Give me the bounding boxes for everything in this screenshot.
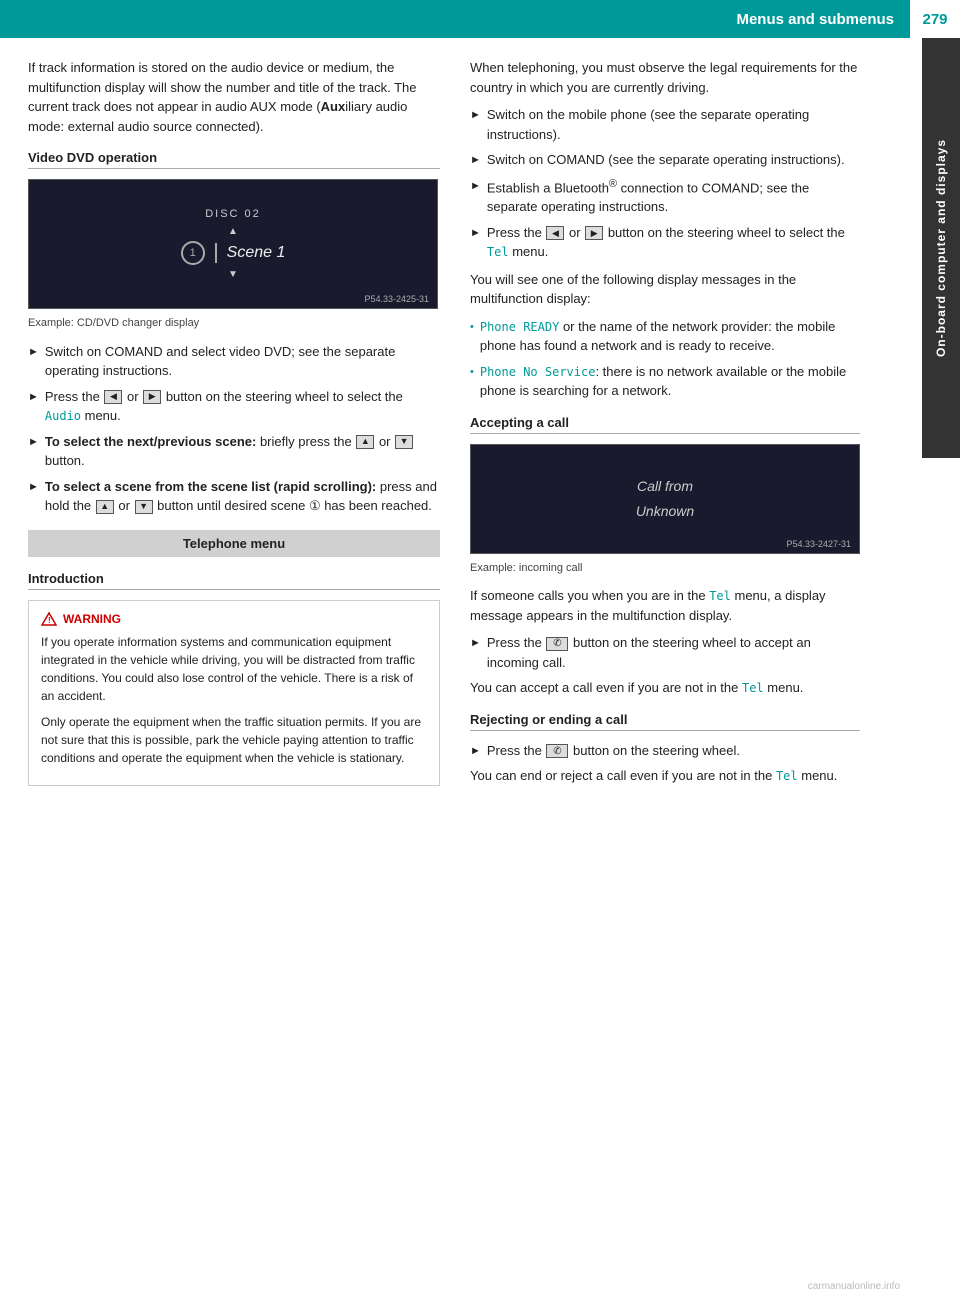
bullet-arrow-icon: ► — [470, 635, 481, 652]
warning-para-1: If you operate information systems and c… — [41, 633, 427, 705]
right-column: When telephoning, you must observe the l… — [460, 58, 880, 816]
accepting-para-1: If someone calls you when you are in the… — [470, 586, 860, 625]
dot-bullet-1: • Phone READY or the name of the network… — [470, 317, 860, 356]
bullet-arrow-icon: ► — [470, 743, 481, 760]
dvd-bullet-4: ► To select a scene from the scene list … — [28, 477, 440, 516]
svg-text:!: ! — [48, 616, 51, 625]
dvd-display-image: DISC 02 ▲ 1 Scene 1 ▼ P54.33-2425-31 — [28, 179, 438, 309]
tel-term-3: Tel — [776, 769, 798, 783]
dvd-bullet-3-text: To select the next/previous scene: brief… — [45, 432, 440, 471]
display-messages-intro: You will see one of the following displa… — [470, 270, 860, 309]
bullet-arrow-icon: ► — [470, 225, 481, 242]
dvd-bullet-3: ► To select the next/previous scene: bri… — [28, 432, 440, 471]
warning-title: ! WARNING — [41, 611, 427, 627]
intro-paragraph: If track information is stored on the au… — [28, 58, 440, 136]
dvd-bullet-1-text: Switch on COMAND and select video DVD; s… — [45, 342, 440, 381]
rejecting-call-heading: Rejecting or ending a call — [470, 712, 860, 731]
left-column: If track information is stored on the au… — [0, 58, 460, 816]
tel-term-1: Tel — [709, 589, 731, 603]
up-hold-button-icon: ▲ — [96, 500, 114, 514]
call-display-text: Call from Unknown — [636, 474, 694, 524]
main-content: If track information is stored on the au… — [0, 38, 910, 816]
dot-bullet-1-text: Phone READY or the name of the network p… — [480, 317, 860, 356]
call-ref-code: P54.33-2427-31 — [786, 539, 851, 549]
down-button-icon: ▼ — [395, 435, 413, 449]
reject-call-bullet: ► Press the ✆ button on the steering whe… — [470, 741, 860, 761]
back-btn-icon: ◀ — [546, 226, 564, 240]
dvd-disc-label: DISC 02 — [205, 208, 261, 220]
dvd-down-arrow-icon: ▼ — [228, 269, 238, 280]
call-display-image: Call from Unknown P54.33-2427-31 — [470, 444, 860, 554]
header-title: Menus and submenus — [0, 11, 910, 28]
right-bullet-3-text: Establish a Bluetooth® connection to COM… — [487, 176, 860, 217]
warning-box: ! WARNING If you operate information sys… — [28, 600, 440, 786]
dot-icon: • — [470, 364, 474, 381]
introduction-heading: Introduction — [28, 571, 440, 590]
accept-call-bullet-text: Press the ✆ button on the steering wheel… — [487, 633, 860, 672]
tel-menu-term: Tel — [487, 245, 509, 259]
back-button-icon: ◀ — [104, 390, 122, 404]
dvd-caption: Example: CD/DVD changer display — [28, 315, 440, 332]
dvd-bullet-4-text: To select a scene from the scene list (r… — [45, 477, 440, 516]
dvd-bullet-2-text: Press the ◀ or ▶ button on the steering … — [45, 387, 440, 426]
bullet-arrow-icon: ► — [28, 389, 39, 406]
bullet-arrow-icon: ► — [28, 434, 39, 451]
accepting-call-heading: Accepting a call — [470, 415, 860, 434]
down-hold-button-icon: ▼ — [135, 500, 153, 514]
right-bullet-4-text: Press the ◀ or ▶ button on the steering … — [487, 223, 860, 262]
dot-icon: • — [470, 319, 474, 336]
dvd-up-arrow-icon: ▲ — [228, 226, 238, 237]
right-bullet-2-text: Switch on COMAND (see the separate opera… — [487, 150, 845, 170]
watermark: carmanualonline.info — [808, 1281, 900, 1292]
rejecting-para: You can end or reject a call even if you… — [470, 766, 860, 786]
page-number: 279 — [910, 0, 960, 38]
phone-ready-term: Phone READY — [480, 320, 559, 334]
phone-no-service-term: Phone No Service — [480, 365, 596, 379]
dot-bullet-2: • Phone No Service: there is no network … — [470, 362, 860, 401]
accept-call-bullet: ► Press the ✆ button on the steering whe… — [470, 633, 860, 672]
accepting-para-2: You can accept a call even if you are no… — [470, 678, 860, 698]
dvd-scene-label: Scene 1 — [227, 244, 286, 262]
up-button-icon: ▲ — [356, 435, 374, 449]
reject-call-button-icon: ✆ — [546, 744, 568, 758]
right-bullet-1: ► Switch on the mobile phone (see the se… — [470, 105, 860, 144]
call-caption: Example: incoming call — [470, 560, 860, 577]
dvd-ref-code: P54.33-2425-31 — [364, 294, 429, 304]
dvd-bullet-2: ► Press the ◀ or ▶ button on the steerin… — [28, 387, 440, 426]
bullet-arrow-icon: ► — [28, 344, 39, 361]
dot-bullet-2-text: Phone No Service: there is no network av… — [480, 362, 860, 401]
sidebar-tab: On-board computer and displays — [922, 38, 960, 458]
tel-term-2: Tel — [742, 681, 764, 695]
telephone-menu-label: Telephone menu — [183, 536, 285, 551]
right-bullet-3: ► Establish a Bluetooth® connection to C… — [470, 176, 860, 217]
call-from-label: Call from — [636, 474, 694, 499]
right-bullet-1-text: Switch on the mobile phone (see the sepa… — [487, 105, 860, 144]
sidebar-label: On-board computer and displays — [934, 139, 948, 357]
accept-call-button-icon: ✆ — [546, 637, 568, 651]
bullet-arrow-icon: ► — [470, 152, 481, 169]
dvd-scene-number: 1 — [181, 241, 205, 265]
right-intro: When telephoning, you must observe the l… — [470, 58, 860, 97]
audio-menu-term: Audio — [45, 409, 81, 423]
call-unknown-label: Unknown — [636, 499, 694, 524]
bullet-arrow-icon: ► — [28, 479, 39, 496]
warning-triangle-icon: ! — [41, 611, 57, 627]
reject-call-bullet-text: Press the ✆ button on the steering wheel… — [487, 741, 740, 761]
aux-bold: Aux — [321, 99, 346, 114]
right-bullet-2: ► Switch on COMAND (see the separate ope… — [470, 150, 860, 170]
right-bullet-4: ► Press the ◀ or ▶ button on the steerin… — [470, 223, 860, 262]
telephone-menu-box: Telephone menu — [28, 530, 440, 557]
header-bar: Menus and submenus 279 — [0, 0, 960, 38]
bullet-arrow-icon: ► — [470, 178, 481, 195]
bullet-arrow-icon: ► — [470, 107, 481, 124]
dvd-separator — [215, 243, 217, 263]
fwd-btn-icon: ▶ — [585, 226, 603, 240]
dvd-bullet-1: ► Switch on COMAND and select video DVD;… — [28, 342, 440, 381]
warning-para-2: Only operate the equipment when the traf… — [41, 713, 427, 767]
forward-button-icon: ▶ — [143, 390, 161, 404]
video-dvd-heading: Video DVD operation — [28, 150, 440, 169]
